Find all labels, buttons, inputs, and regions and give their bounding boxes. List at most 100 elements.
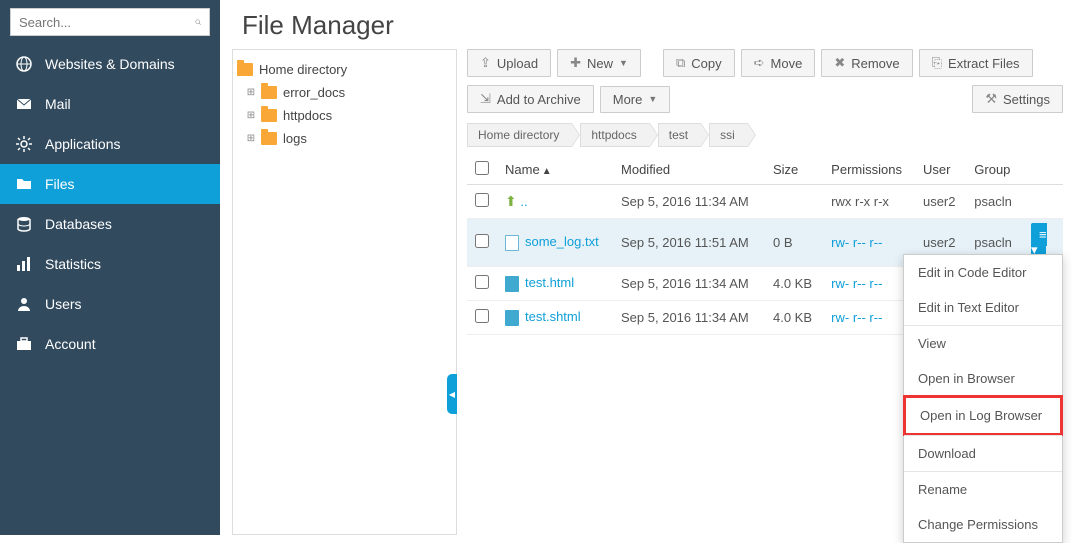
more-label: More bbox=[613, 92, 643, 107]
menu-item-edit-in-text-editor[interactable]: Edit in Text Editor bbox=[904, 290, 1062, 325]
context-menu: Edit in Code EditorEdit in Text EditorVi… bbox=[903, 254, 1063, 543]
chart-icon bbox=[15, 255, 33, 273]
crumb-ssi[interactable]: ssi bbox=[709, 123, 748, 147]
col-user[interactable]: User bbox=[915, 155, 966, 185]
settings-icon: ⚒ bbox=[985, 91, 997, 107]
tree-item-error_docs[interactable]: ⊞ error_docs bbox=[233, 81, 456, 104]
file-name[interactable]: some_log.txt bbox=[525, 234, 599, 249]
breadcrumb: Home directory httpdocs testssi bbox=[467, 123, 1063, 147]
nav-label: Users bbox=[45, 296, 82, 312]
toolbar-row-1: ⇪Upload ✚New▼ ⧉Copy ➪ Move ✖Remove ⎘Extra… bbox=[467, 49, 1063, 77]
sidebar-item-statistics[interactable]: Statistics bbox=[0, 244, 220, 284]
nav-label: Websites & Domains bbox=[45, 56, 175, 72]
nav-label: Databases bbox=[45, 216, 112, 232]
sidebar-item-users[interactable]: Users bbox=[0, 284, 220, 324]
cell-group: psacln bbox=[966, 185, 1023, 219]
settings-button[interactable]: ⚒ Settings bbox=[972, 85, 1063, 113]
archive-label: Add to Archive bbox=[497, 92, 581, 107]
gear-icon bbox=[15, 135, 33, 153]
new-button[interactable]: ✚New▼ bbox=[557, 49, 641, 77]
col-group[interactable]: Group bbox=[966, 155, 1023, 185]
nav-label: Mail bbox=[45, 96, 71, 112]
cell-modified: Sep 5, 2016 11:34 AM bbox=[613, 267, 765, 301]
col-modified[interactable]: Modified bbox=[613, 155, 765, 185]
search-box[interactable] bbox=[10, 8, 210, 36]
menu-item-view[interactable]: View bbox=[904, 326, 1062, 361]
upload-label: Upload bbox=[497, 56, 538, 71]
crumb-httpdocs[interactable]: httpdocs bbox=[580, 123, 649, 147]
expand-icon[interactable]: ⊞ bbox=[245, 110, 257, 121]
cell-modified: Sep 5, 2016 11:34 AM bbox=[613, 301, 765, 335]
tree-label: httpdocs bbox=[283, 108, 332, 123]
more-button[interactable]: More▼ bbox=[600, 86, 671, 113]
col-perms[interactable]: Permissions bbox=[823, 155, 915, 185]
tree-label: error_docs bbox=[283, 85, 345, 100]
expand-icon[interactable]: ⊞ bbox=[245, 133, 257, 144]
cell-modified: Sep 5, 2016 11:34 AM bbox=[613, 185, 765, 219]
row-checkbox[interactable] bbox=[475, 234, 489, 248]
folder-icon bbox=[261, 86, 277, 99]
crumb-home-directory[interactable]: Home directory bbox=[467, 123, 572, 147]
sidebar-item-databases[interactable]: Databases bbox=[0, 204, 220, 244]
cell-modified: Sep 5, 2016 11:51 AM bbox=[613, 219, 765, 267]
main: File Manager Home directory ⊞error_docs⊞… bbox=[220, 0, 1073, 535]
file-name[interactable]: test.shtml bbox=[525, 309, 581, 324]
menu-item-rename[interactable]: Rename bbox=[904, 472, 1062, 507]
extract-button[interactable]: ⎘Extract Files bbox=[919, 49, 1033, 77]
db-icon bbox=[15, 215, 33, 233]
file-name[interactable]: .. bbox=[520, 194, 527, 209]
search-icon bbox=[195, 15, 201, 29]
nav-label: Files bbox=[45, 176, 75, 192]
toolbar-row-2: ⇲ Add to Archive More▼ ⚒ Settings bbox=[467, 85, 1063, 113]
table-row[interactable]: ⬆ ..Sep 5, 2016 11:34 AMrwx r-x r-xuser2… bbox=[467, 185, 1063, 219]
row-checkbox[interactable] bbox=[475, 309, 489, 323]
user-icon bbox=[15, 295, 33, 313]
menu-item-open-in-browser[interactable]: Open in Browser bbox=[904, 361, 1062, 396]
sidebar-item-mail[interactable]: Mail bbox=[0, 84, 220, 124]
search-input[interactable] bbox=[19, 15, 195, 30]
menu-item-change-permissions[interactable]: Change Permissions bbox=[904, 507, 1062, 542]
nav-list: Websites & Domains Mail Applications Files D… bbox=[0, 44, 220, 364]
archive-button[interactable]: ⇲ Add to Archive bbox=[467, 85, 594, 113]
menu-item-edit-in-code-editor[interactable]: Edit in Code Editor bbox=[904, 255, 1062, 290]
collapse-handle[interactable] bbox=[447, 374, 457, 414]
menu-item-open-in-log-browser[interactable]: Open in Log Browser bbox=[903, 395, 1063, 436]
file-name[interactable]: test.html bbox=[525, 275, 574, 290]
sidebar-item-files[interactable]: Files bbox=[0, 164, 220, 204]
row-checkbox[interactable] bbox=[475, 193, 489, 207]
cell-perms: rwx r-x r-x bbox=[823, 185, 915, 219]
tree-item-logs[interactable]: ⊞logs bbox=[233, 127, 456, 150]
sidebar: Websites & Domains Mail Applications Files D… bbox=[0, 0, 220, 535]
upload-button[interactable]: ⇪Upload bbox=[467, 49, 551, 77]
cell-size: 0 B bbox=[765, 219, 823, 267]
move-label: Move bbox=[771, 56, 803, 71]
folder-icon bbox=[261, 132, 277, 145]
globe-icon bbox=[15, 55, 33, 73]
expand-icon[interactable]: ⊞ bbox=[245, 87, 257, 98]
content-row: Home directory ⊞ error_docs ⊞ httpdocs ⊞logs… bbox=[220, 49, 1073, 535]
crumb-test[interactable]: test bbox=[658, 123, 701, 147]
sidebar-item-applications[interactable]: Applications bbox=[0, 124, 220, 164]
remove-label: Remove bbox=[851, 56, 899, 71]
cell-perms: rw- r-- r-- bbox=[823, 301, 915, 335]
col-name[interactable]: Name▲ bbox=[497, 155, 613, 185]
sidebar-item-websites-domains[interactable]: Websites & Domains bbox=[0, 44, 220, 84]
nav-label: Applications bbox=[45, 136, 121, 152]
up-arrow-icon: ⬆ bbox=[505, 193, 517, 209]
menu-item-download[interactable]: Download bbox=[904, 436, 1062, 471]
sidebar-item-account[interactable]: Account bbox=[0, 324, 220, 364]
move-icon: ➪ bbox=[754, 55, 765, 71]
tree-root[interactable]: Home directory bbox=[233, 58, 456, 81]
cell-perms: rw- r-- r-- bbox=[823, 219, 915, 267]
tree-item-httpdocs[interactable]: ⊞ httpdocs bbox=[233, 104, 456, 127]
select-all-checkbox[interactable] bbox=[475, 161, 489, 175]
archive-icon: ⇲ bbox=[480, 91, 491, 107]
file-icon bbox=[505, 310, 519, 326]
copy-button[interactable]: ⧉Copy bbox=[663, 49, 735, 77]
move-button[interactable]: ➪ Move bbox=[741, 49, 816, 77]
remove-button[interactable]: ✖Remove bbox=[821, 49, 912, 77]
col-size[interactable]: Size bbox=[765, 155, 823, 185]
row-checkbox[interactable] bbox=[475, 275, 489, 289]
page-title: File Manager bbox=[220, 0, 1073, 49]
settings-label: Settings bbox=[1003, 92, 1050, 107]
